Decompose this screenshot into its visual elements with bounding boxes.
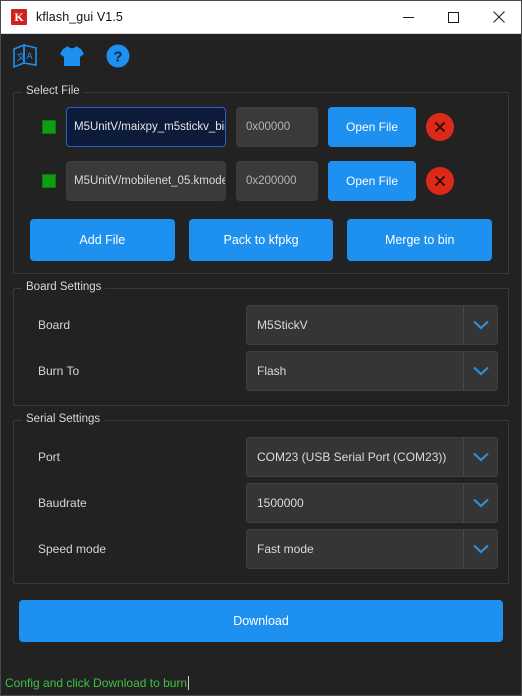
board-selected-value: M5StickV	[257, 318, 308, 332]
chevron-down-icon	[463, 306, 497, 344]
file-address-input[interactable]: 0x200000	[236, 161, 318, 201]
setting-row-baudrate: Baudrate 1500000	[24, 481, 498, 525]
open-file-button[interactable]: Open File	[328, 107, 416, 147]
setting-row-board: Board M5StickV	[24, 303, 498, 347]
setting-row-port: Port COM23 (USB Serial Port (COM23))	[24, 435, 498, 479]
file-address-input[interactable]: 0x00000	[236, 107, 318, 147]
board-select[interactable]: M5StickV	[246, 305, 498, 345]
download-area: Download	[13, 584, 509, 642]
delete-file-button[interactable]	[426, 167, 454, 195]
baudrate-select[interactable]: 1500000	[246, 483, 498, 523]
file-enable-checkbox[interactable]	[42, 120, 56, 134]
delete-file-button[interactable]	[426, 113, 454, 141]
theme-shirt-icon[interactable]	[55, 39, 89, 73]
select-file-group: Select File M5UnitV/maixpy_m5stickv_bin …	[13, 85, 509, 274]
svg-text:?: ?	[113, 49, 122, 66]
file-row: M5UnitV/maixpy_m5stickv_bin 0x00000 Open…	[24, 107, 498, 147]
chevron-down-icon	[463, 438, 497, 476]
title-bar-left: K kflash_gui V1.5	[1, 9, 386, 25]
minimize-icon[interactable]	[386, 1, 431, 34]
burn-to-label: Burn To	[38, 364, 80, 378]
baudrate-selected-value: 1500000	[257, 496, 304, 510]
status-bar: Config and click Download to burn	[1, 671, 521, 695]
text-caret	[188, 676, 190, 690]
download-button[interactable]: Download	[19, 600, 503, 642]
language-icon[interactable]: 文 A	[9, 39, 43, 73]
add-file-button[interactable]: Add File	[30, 219, 175, 261]
svg-text:文: 文	[17, 51, 26, 62]
window-controls	[386, 1, 521, 34]
serial-settings-title: Serial Settings	[22, 413, 105, 425]
select-file-title: Select File	[22, 85, 84, 97]
file-actions-row: Add File Pack to kfpkg Merge to bin	[24, 215, 498, 263]
file-row: M5UnitV/mobilenet_05.kmodel 0x200000 Ope…	[24, 161, 498, 201]
status-message: Config and click Download to burn	[5, 676, 188, 690]
file-path-input[interactable]: M5UnitV/maixpy_m5stickv_bin	[66, 107, 226, 147]
burn-to-select[interactable]: Flash	[246, 351, 498, 391]
open-file-button[interactable]: Open File	[328, 161, 416, 201]
toolbar: 文 A ?	[1, 34, 521, 78]
board-label: Board	[38, 318, 71, 332]
title-bar: K kflash_gui V1.5	[1, 1, 521, 34]
burn-to-selected-value: Flash	[257, 364, 287, 378]
maximize-icon[interactable]	[431, 1, 476, 34]
pack-to-kfpkg-button[interactable]: Pack to kfpkg	[188, 219, 334, 261]
merge-to-bin-button[interactable]: Merge to bin	[347, 219, 493, 261]
setting-row-speed-mode: Speed mode Fast mode	[24, 527, 498, 571]
svg-text:A: A	[27, 51, 33, 61]
main-content: Select File M5UnitV/maixpy_m5stickv_bin …	[1, 78, 521, 671]
kflash-gui-window: K kflash_gui V1.5 文 A ? Select File M5Un…	[0, 0, 522, 696]
chevron-down-icon	[463, 530, 497, 568]
serial-settings-group: Serial Settings Port COM23 (USB Serial P…	[13, 413, 509, 584]
file-path-input[interactable]: M5UnitV/mobilenet_05.kmodel	[66, 161, 226, 201]
port-selected-value: COM23 (USB Serial Port (COM23))	[257, 450, 447, 464]
board-settings-group: Board Settings Board M5StickV Burn To Fl…	[13, 281, 509, 406]
window-title: kflash_gui V1.5	[36, 10, 123, 24]
port-label: Port	[38, 450, 61, 464]
baudrate-label: Baudrate	[38, 496, 87, 510]
speed-mode-label: Speed mode	[38, 542, 107, 556]
file-enable-checkbox[interactable]	[42, 174, 56, 188]
speed-mode-select[interactable]: Fast mode	[246, 529, 498, 569]
chevron-down-icon	[463, 352, 497, 390]
port-select[interactable]: COM23 (USB Serial Port (COM23))	[246, 437, 498, 477]
setting-row-burn-to: Burn To Flash	[24, 349, 498, 393]
chevron-down-icon	[463, 484, 497, 522]
board-settings-title: Board Settings	[22, 281, 106, 293]
close-icon[interactable]	[476, 1, 521, 34]
app-logo-icon: K	[11, 9, 27, 25]
help-icon[interactable]: ?	[101, 39, 135, 73]
speed-mode-selected-value: Fast mode	[257, 542, 314, 556]
